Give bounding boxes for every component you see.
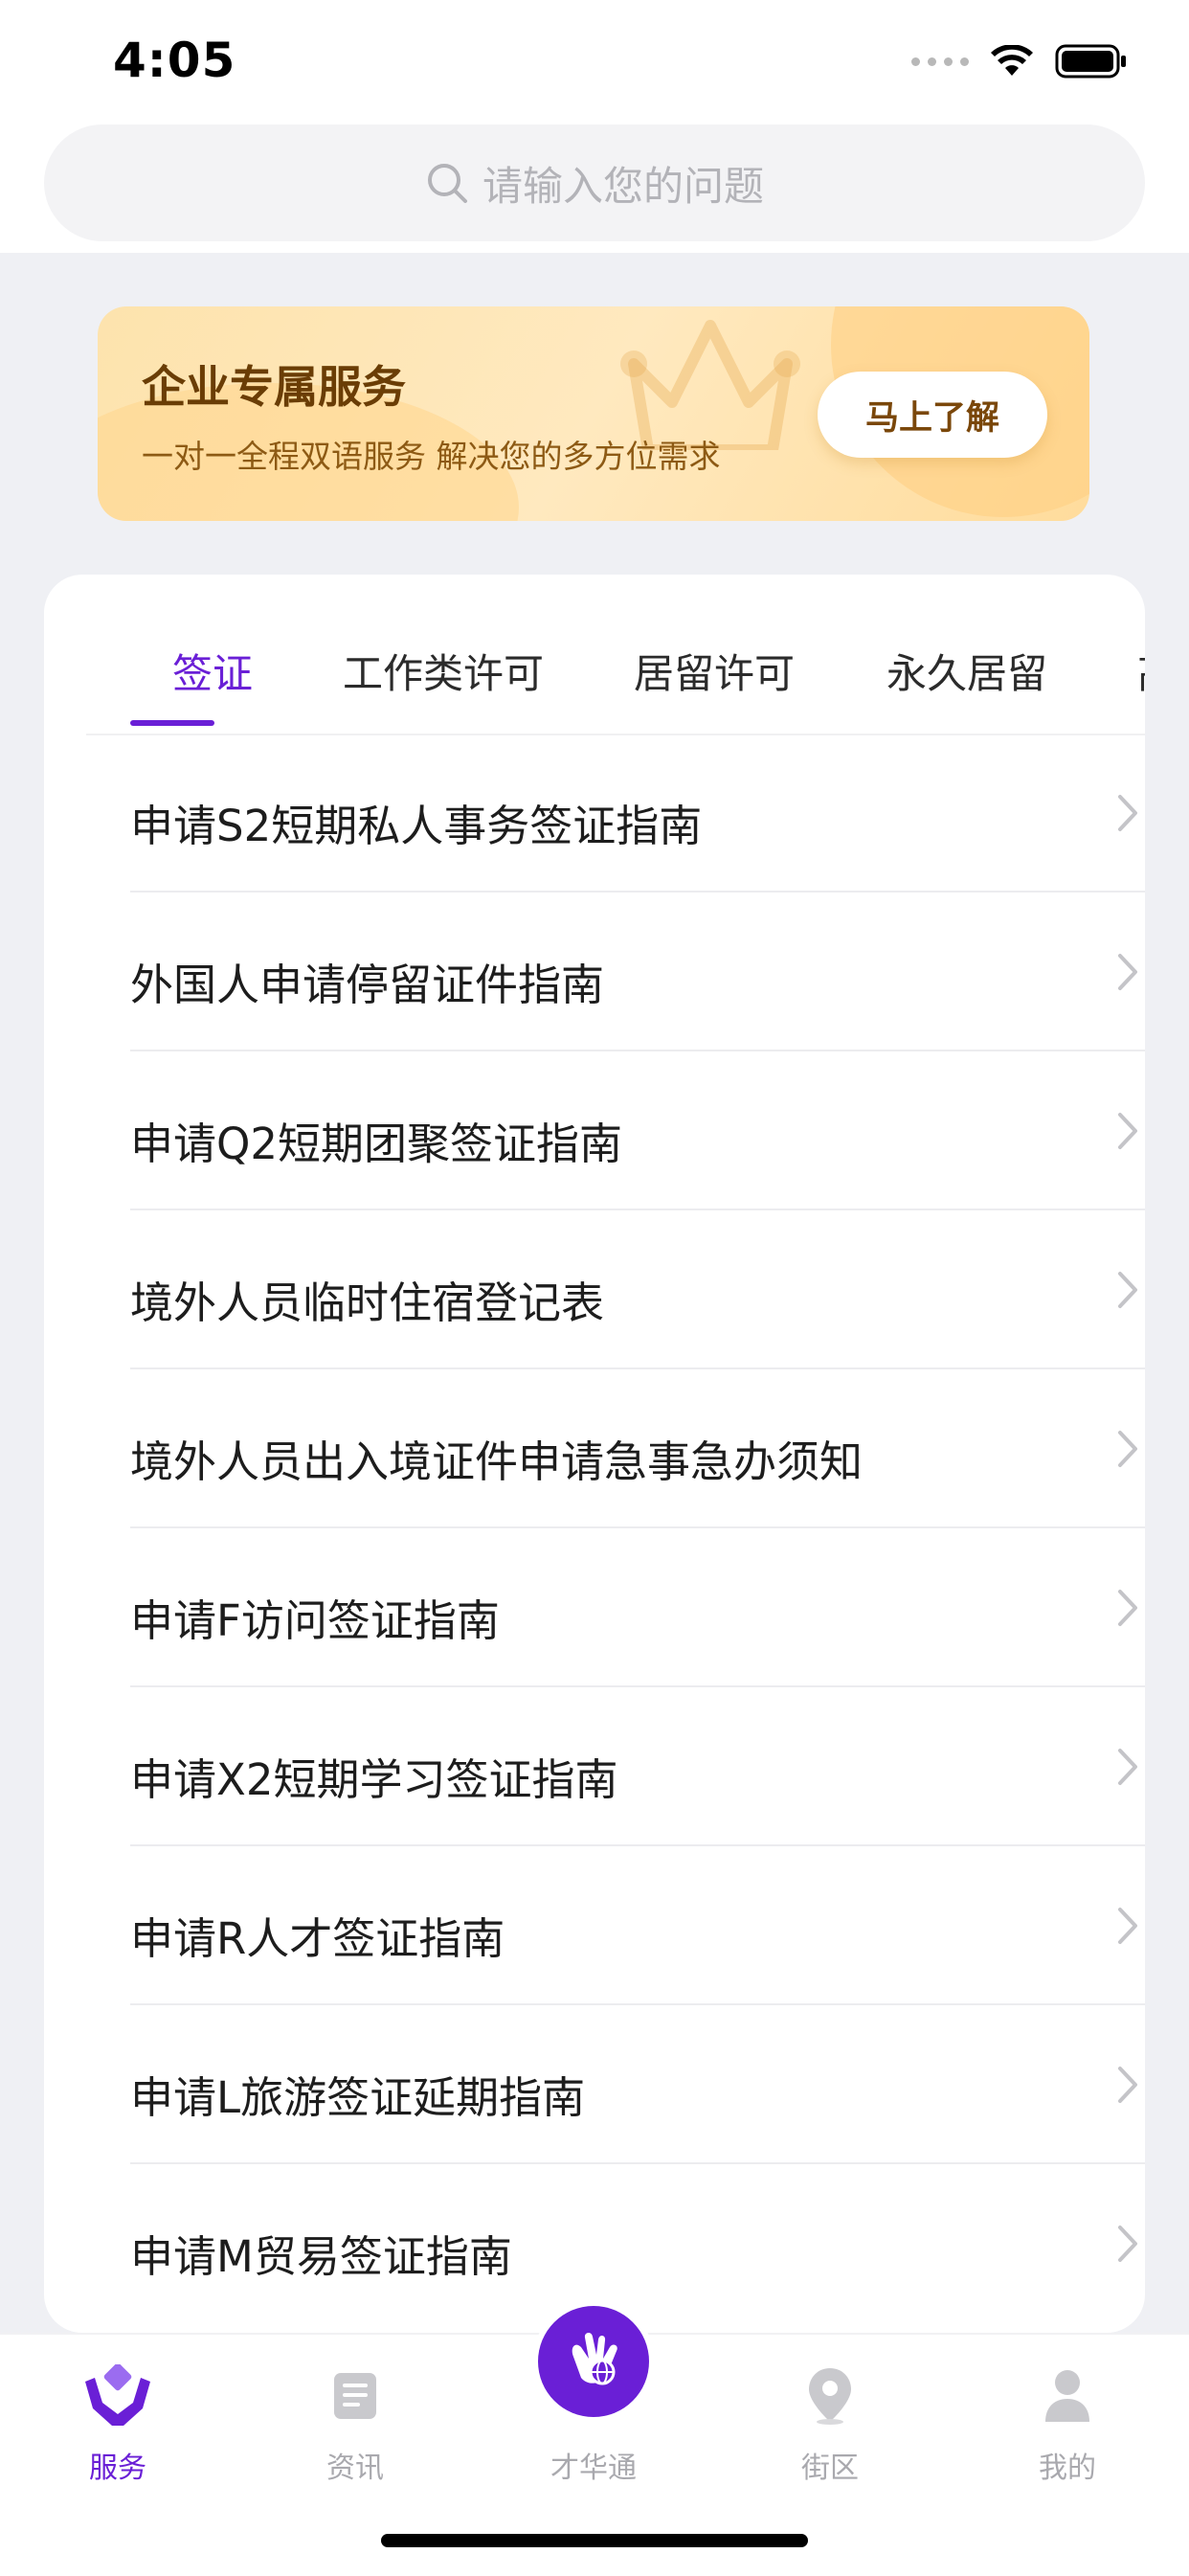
tabbar-item-community[interactable]: 街区 (758, 2354, 902, 2486)
tab-visa[interactable]: 签证 (172, 642, 253, 700)
list-item-label: 申请M贸易签证指南 (130, 2231, 512, 2282)
tabbar-item-service[interactable]: 服务 (46, 2354, 190, 2486)
list-item-label: 申请X2短期学习签证指南 (130, 1754, 618, 1805)
list-item-label: 境外人员临时住宿登记表 (130, 1277, 605, 1328)
list-item[interactable]: 外国人申请停留证件指南 (130, 893, 1145, 1051)
search-input[interactable]: 请输入您的问题 (44, 124, 1145, 241)
banner-title: 企业专属服务 (142, 361, 406, 413)
list-item-label: 外国人申请停留证件指南 (130, 960, 605, 1010)
status-icons (911, 42, 1128, 80)
search-icon (427, 164, 467, 203)
chevron-right-icon (1118, 2067, 1137, 2103)
hand-globe-icon (572, 2332, 617, 2385)
tabbar-item-talent[interactable] (538, 2306, 649, 2417)
learn-more-button[interactable]: 马上了解 (818, 372, 1047, 458)
list-item[interactable]: 申请S2短期私人事务签证指南 (130, 734, 1145, 893)
tab-high-end[interactable]: 高端 (1137, 642, 1145, 700)
category-tabs: 签证 工作类许可 居留许可 永久居留 高端 (86, 575, 1145, 735)
list-item-label: 申请R人才签证指南 (130, 1913, 505, 1964)
guide-list: 申请S2短期私人事务签证指南 外国人申请停留证件指南 申请Q2短期团聚签证指南 … (130, 734, 1145, 2323)
content-card: 签证 工作类许可 居留许可 永久居留 高端 申请S2短期私人事务签证指南 外国人… (44, 575, 1145, 2333)
tabbar-label: 资讯 (326, 2452, 384, 2485)
tab-residence-permit[interactable]: 居留许可 (634, 642, 795, 700)
tabbar-item-profile[interactable]: 我的 (996, 2354, 1139, 2486)
tab-permanent-residence[interactable]: 永久居留 (886, 642, 1047, 700)
crown-icon (620, 320, 800, 450)
chevron-right-icon (1118, 1590, 1137, 1626)
home-indicator[interactable] (381, 2534, 808, 2547)
list-item[interactable]: 境外人员临时住宿登记表 (130, 1210, 1145, 1369)
chevron-right-icon (1118, 954, 1137, 990)
list-item[interactable]: 申请L旅游签证延期指南 (130, 2005, 1145, 2164)
person-icon (1043, 2354, 1091, 2438)
top-header: 4:05 请输入您的问题 (0, 0, 1189, 253)
chevron-right-icon (1118, 795, 1137, 831)
chevron-right-icon (1118, 1749, 1137, 1785)
search-placeholder: 请输入您的问题 (482, 162, 764, 210)
list-item[interactable]: 申请F访问签证指南 (130, 1528, 1145, 1687)
tabbar-label: 服务 (89, 2452, 146, 2485)
chevron-right-icon (1118, 1272, 1137, 1308)
list-item-label: 申请L旅游签证延期指南 (130, 2072, 586, 2123)
service-hands-icon (81, 2354, 154, 2438)
list-item-label: 申请Q2短期团聚签证指南 (130, 1119, 623, 1169)
chevron-right-icon (1118, 1908, 1137, 1944)
cellular-signal-icon (911, 56, 969, 66)
list-item[interactable]: 申请Q2短期团聚签证指南 (130, 1051, 1145, 1210)
list-item-label: 申请S2短期私人事务签证指南 (130, 801, 703, 851)
status-time: 4:05 (113, 33, 236, 88)
active-tab-indicator (130, 720, 214, 726)
battery-icon (1055, 44, 1128, 79)
chevron-right-icon (1118, 1113, 1137, 1149)
list-item[interactable]: 申请R人才签证指南 (130, 1846, 1145, 2005)
list-item-label: 申请F访问签证指南 (130, 1595, 500, 1646)
list-item[interactable]: 申请M贸易签证指南 (130, 2164, 1145, 2323)
tabbar-item-news[interactable]: 资讯 (283, 2354, 427, 2486)
location-pin-icon (806, 2354, 854, 2438)
list-item[interactable]: 境外人员出入境证件申请急事急办须知 (130, 1369, 1145, 1528)
tabbar-label: 才华通 (550, 2452, 637, 2485)
chevron-right-icon (1118, 1431, 1137, 1467)
list-item-label: 境外人员出入境证件申请急事急办须知 (130, 1436, 864, 1487)
news-document-icon (332, 2354, 378, 2438)
banner-subtitle: 一对一全程双语服务 解决您的多方位需求 (142, 438, 721, 475)
tab-work-permit[interactable]: 工作类许可 (343, 642, 544, 700)
list-item[interactable]: 申请X2短期学习签证指南 (130, 1687, 1145, 1846)
chevron-right-icon (1118, 2226, 1137, 2262)
tabbar-label: 街区 (801, 2452, 859, 2485)
tabbar-label: 我的 (1039, 2452, 1096, 2485)
wifi-icon (990, 45, 1034, 78)
enterprise-service-banner[interactable]: 企业专属服务 一对一全程双语服务 解决您的多方位需求 马上了解 (98, 306, 1089, 521)
